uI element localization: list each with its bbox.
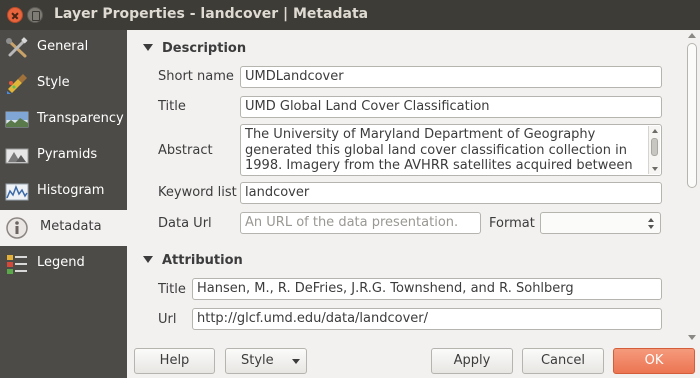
abstract-textarea[interactable]: The University of Maryland Department of… xyxy=(240,124,662,176)
sidebar-item-legend[interactable]: Legend xyxy=(0,246,127,282)
scroll-thumb[interactable] xyxy=(687,43,697,188)
pyramids-icon xyxy=(5,145,29,167)
sidebar-item-label: Transparency xyxy=(37,111,124,126)
general-tools-icon xyxy=(5,37,29,59)
scroll-thumb[interactable] xyxy=(651,138,658,156)
short-name-input[interactable]: UMDLandcover xyxy=(240,66,662,88)
format-label: Format xyxy=(489,216,535,231)
legend-icon xyxy=(5,253,29,275)
scroll-up-icon xyxy=(688,33,696,38)
sidebar-item-general[interactable]: General xyxy=(0,30,127,66)
data-url-label: Data Url xyxy=(158,216,212,231)
restore-window-button[interactable] xyxy=(27,7,43,23)
transparency-icon xyxy=(5,109,29,131)
sidebar-item-label: Legend xyxy=(37,255,85,270)
format-select[interactable] xyxy=(540,212,661,234)
sidebar-item-label: Histogram xyxy=(37,183,105,198)
scroll-down-icon xyxy=(688,335,696,340)
close-window-button[interactable] xyxy=(7,7,23,23)
attribution-section-header[interactable]: Attribution xyxy=(143,253,243,268)
style-brush-icon xyxy=(5,73,29,95)
sidebar: General Style Transparency Pyramids Hist… xyxy=(0,30,127,378)
ok-button[interactable]: OK xyxy=(613,348,695,374)
attribution-url-input[interactable]: http://glcf.umd.edu/data/landcover/ xyxy=(192,308,662,330)
attribution-title-label: Title xyxy=(158,282,186,297)
chevron-down-icon xyxy=(292,359,300,364)
data-url-input[interactable]: An URL of the data presentation. xyxy=(240,212,481,234)
title-label: Title xyxy=(158,99,186,114)
sidebar-item-label: Metadata xyxy=(40,219,102,234)
chevron-up-icon xyxy=(648,218,654,222)
style-button[interactable]: Style xyxy=(225,348,307,374)
sidebar-item-transparency[interactable]: Transparency xyxy=(0,102,127,138)
sidebar-item-pyramids[interactable]: Pyramids xyxy=(0,138,127,174)
abstract-label: Abstract xyxy=(158,143,213,158)
sidebar-item-style[interactable]: Style xyxy=(0,66,127,102)
keyword-list-label: Keyword list xyxy=(158,185,237,200)
sidebar-item-label: Style xyxy=(37,75,70,90)
sidebar-item-metadata[interactable]: Metadata xyxy=(0,210,127,246)
attribution-title-input[interactable]: Hansen, M., R. DeFries, J.R.G. Townshend… xyxy=(192,278,662,300)
title-input[interactable]: UMD Global Land Cover Classification xyxy=(240,96,662,118)
sidebar-item-histogram[interactable]: Histogram xyxy=(0,174,127,210)
sidebar-item-label: General xyxy=(37,39,89,54)
panel-scrollbar[interactable] xyxy=(684,30,700,342)
collapse-triangle-icon xyxy=(143,44,153,51)
short-name-label: Short name xyxy=(158,69,234,84)
scroll-down-icon xyxy=(652,167,658,171)
abstract-scrollbar[interactable] xyxy=(648,126,660,174)
description-section-header[interactable]: Description xyxy=(143,41,246,56)
metadata-info-icon xyxy=(5,217,29,239)
metadata-panel: Description Short name UMDLandcover Titl… xyxy=(127,30,700,378)
help-button[interactable]: Help xyxy=(134,348,215,374)
histogram-icon xyxy=(5,181,29,203)
title-bar: Layer Properties - landcover | Metadata xyxy=(0,0,700,30)
chevron-down-icon xyxy=(648,225,654,229)
apply-button[interactable]: Apply xyxy=(431,348,513,374)
attribution-url-label: Url xyxy=(158,312,177,327)
sidebar-item-label: Pyramids xyxy=(37,147,98,162)
cancel-button[interactable]: Cancel xyxy=(522,348,604,374)
keyword-list-input[interactable]: landcover xyxy=(240,182,662,204)
window-title: Layer Properties - landcover | Metadata xyxy=(54,6,369,22)
abstract-text: The University of Maryland Department of… xyxy=(245,127,633,175)
scroll-up-icon xyxy=(652,129,658,133)
collapse-triangle-icon xyxy=(143,256,153,263)
